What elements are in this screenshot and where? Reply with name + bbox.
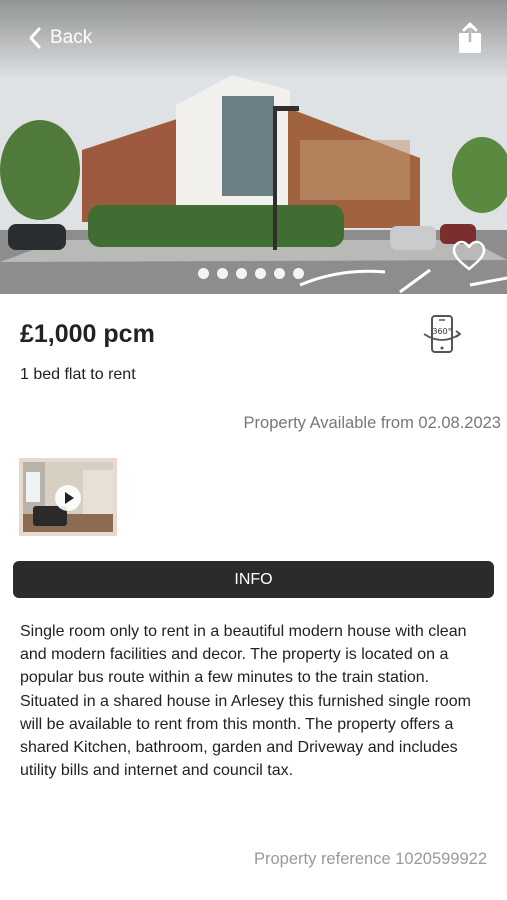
- gallery-dot[interactable]: [217, 268, 228, 279]
- share-icon[interactable]: [456, 22, 484, 54]
- back-label: Back: [50, 27, 93, 48]
- svg-text:360°: 360°: [432, 327, 451, 336]
- play-icon: [55, 485, 81, 511]
- 360-phone-icon[interactable]: 360°: [420, 312, 464, 356]
- info-tab[interactable]: INFO: [13, 561, 494, 598]
- property-reference: Property reference 1020599922: [254, 850, 487, 868]
- gallery-dot[interactable]: [198, 268, 209, 279]
- heart-icon[interactable]: [452, 240, 486, 272]
- property-description: Single room only to rent in a beautiful …: [20, 623, 471, 780]
- chevron-left-icon: [29, 27, 41, 49]
- availability-date: Property Available from 02.08.2023: [243, 414, 501, 432]
- gallery-dot[interactable]: [236, 268, 247, 279]
- gallery-dot[interactable]: [274, 268, 285, 279]
- video-thumbnail-image: [23, 462, 113, 532]
- gallery-dot[interactable]: [255, 268, 266, 279]
- back-button[interactable]: Back: [28, 24, 92, 52]
- listing-subtitle: 1 bed flat to rent: [20, 366, 136, 383]
- gallery-dot[interactable]: [293, 268, 304, 279]
- property-photo-gallery[interactable]: Back: [0, 0, 507, 294]
- listing-price: £1,000 pcm: [20, 320, 155, 348]
- gallery-pagination: [198, 268, 304, 279]
- video-thumbnail[interactable]: [19, 458, 117, 536]
